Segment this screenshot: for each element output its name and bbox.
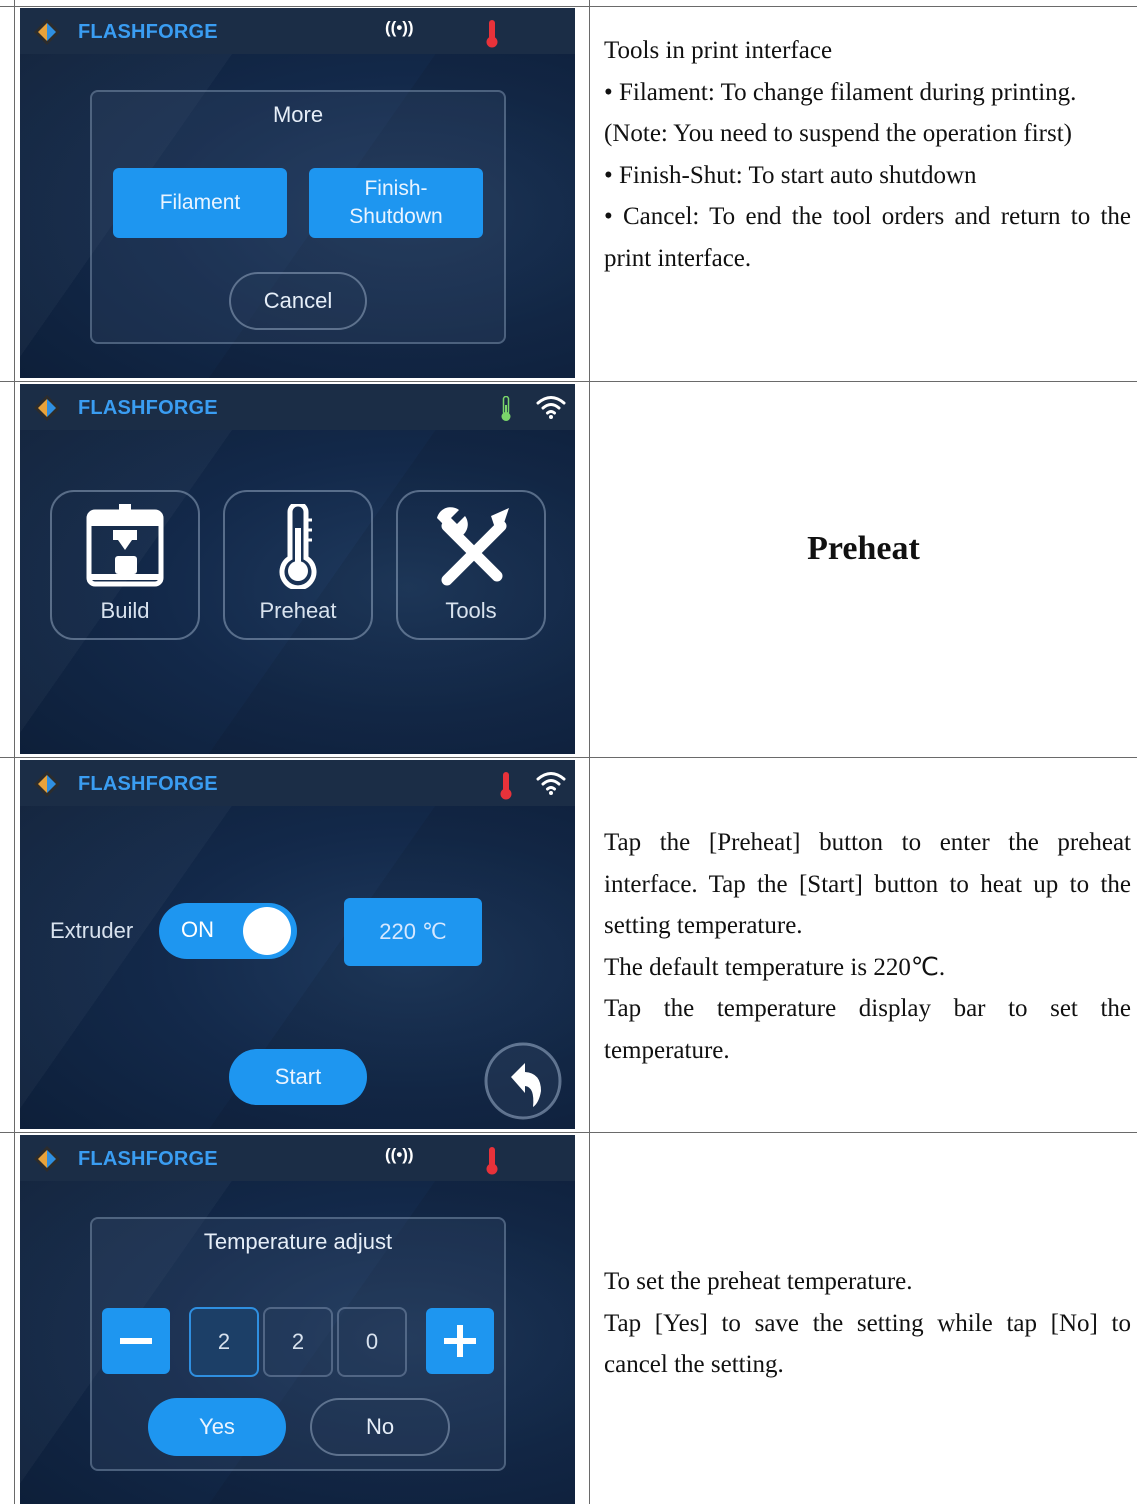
thermometer-hot-icon <box>486 20 498 48</box>
description-line: Tap the [Preheat] button to enter the pr… <box>604 829 1131 940</box>
flashforge-logo-icon <box>34 19 60 45</box>
thermometer-hot-icon <box>486 1147 498 1175</box>
increase-button[interactable] <box>426 1308 494 1374</box>
description-line: Tools in print interface <box>604 37 833 64</box>
table-border-left <box>14 0 15 1504</box>
no-button[interactable]: No <box>310 1398 450 1456</box>
dialog-title: More <box>272 102 324 127</box>
cancel-button[interactable]: Cancel <box>229 272 367 330</box>
top-bar: FLASHFORGE <box>20 384 575 430</box>
yes-button[interactable]: Yes <box>148 1398 286 1456</box>
brand-name: FLASHFORGE <box>78 21 218 43</box>
dialog-title: Temperature adjust <box>203 1229 393 1254</box>
minus-icon <box>120 1338 152 1344</box>
brand-name: FLASHFORGE <box>78 773 218 795</box>
table-divider <box>0 381 1137 382</box>
signal-icon: ((•)) <box>385 18 414 37</box>
tile-label: Tools <box>445 598 497 623</box>
start-button[interactable]: Start <box>229 1049 367 1105</box>
finish-shutdown-button[interactable]: Finish- Shutdown <box>309 168 483 238</box>
tile-label: Preheat <box>259 598 337 623</box>
plus-icon <box>444 1325 476 1357</box>
digit-hundreds[interactable]: 2 <box>189 1307 259 1377</box>
signal-icon: ((•)) <box>385 1145 414 1164</box>
table-border-top <box>0 6 1137 7</box>
printer-screen-home: FLASHFORGE Build Preheat Tools <box>20 384 575 754</box>
tools-tile[interactable]: Tools <box>396 490 546 640</box>
table-divider <box>0 757 1137 758</box>
wifi-icon <box>536 772 566 795</box>
thermometer-normal-icon <box>501 396 511 421</box>
toggle-label: ON <box>181 917 214 942</box>
thermometer-hot-icon <box>500 772 512 800</box>
tools-icon <box>437 507 509 586</box>
top-bar: FLASHFORGE <box>20 760 575 806</box>
table-column-divider <box>589 0 590 1504</box>
printer-screen-more-menu: FLASHFORGE ((•)) More Filament Finish- S… <box>20 8 575 378</box>
finish-shutdown-label-line1: Finish- <box>364 177 428 200</box>
back-icon[interactable] <box>483 1041 563 1121</box>
description-line: Tap [Yes] to save the setting while tap … <box>604 1309 1131 1379</box>
flashforge-logo-icon <box>34 1146 60 1172</box>
digit-ones[interactable]: 0 <box>337 1307 407 1377</box>
description-line: • Cancel: To end the tool orders and ret… <box>604 203 1131 272</box>
table-divider <box>0 1132 1137 1133</box>
extruder-toggle[interactable]: ON <box>159 903 297 959</box>
flashforge-logo-icon <box>34 771 60 797</box>
build-tile[interactable]: Build <box>50 490 200 640</box>
finish-shutdown-label-line2: Shutdown <box>349 205 443 228</box>
brand-name: FLASHFORGE <box>78 397 218 419</box>
description-line: The default temperature is 220℃. <box>604 953 946 981</box>
toggle-knob <box>243 907 291 955</box>
description-line: • Finish-Shut: To start auto shutdown <box>604 161 977 189</box>
more-dialog: More Filament Finish- Shutdown Cancel <box>90 90 506 344</box>
digit-tens[interactable]: 2 <box>263 1307 333 1377</box>
top-bar: FLASHFORGE ((•)) <box>20 1135 575 1181</box>
filament-button[interactable]: Filament <box>113 168 287 238</box>
flashforge-logo-icon <box>34 395 60 421</box>
thermometer-icon <box>279 504 317 589</box>
preheat-tile[interactable]: Preheat <box>223 490 373 640</box>
description-line: (Note: You need to suspend the operation… <box>604 120 1072 148</box>
build-printer-icon <box>86 504 164 587</box>
section-heading: Preheat <box>807 530 920 567</box>
row4-description: To set the preheat temperature. Tap [Yes… <box>604 1261 1131 1386</box>
tile-label: Build <box>100 598 150 623</box>
row3-description: Tap the [Preheat] button to enter the pr… <box>604 822 1131 1072</box>
description-line: • Filament: To change filament during pr… <box>604 78 1077 106</box>
printer-screen-temperature-adjust: FLASHFORGE ((•)) Temperature adjust 2 2 … <box>20 1135 575 1504</box>
description-line: To set the preheat temperature. <box>604 1268 913 1295</box>
description-line: Tap the temperature display bar to set t… <box>604 995 1131 1064</box>
row1-description: Tools in print interface • Filament: To … <box>604 30 1131 280</box>
brand-name: FLASHFORGE <box>78 1148 218 1170</box>
manual-table: FLASHFORGE ((•)) More Filament Finish- S… <box>0 0 1137 1504</box>
top-bar: FLASHFORGE ((•)) <box>20 8 575 54</box>
decrease-button[interactable] <box>102 1308 170 1374</box>
printer-screen-preheat: FLASHFORGE Extruder ON 220 ℃ Start <box>20 760 575 1129</box>
wifi-icon <box>536 396 566 419</box>
temperature-display-button[interactable]: 220 ℃ <box>344 898 482 966</box>
extruder-label: Extruder <box>50 918 134 943</box>
